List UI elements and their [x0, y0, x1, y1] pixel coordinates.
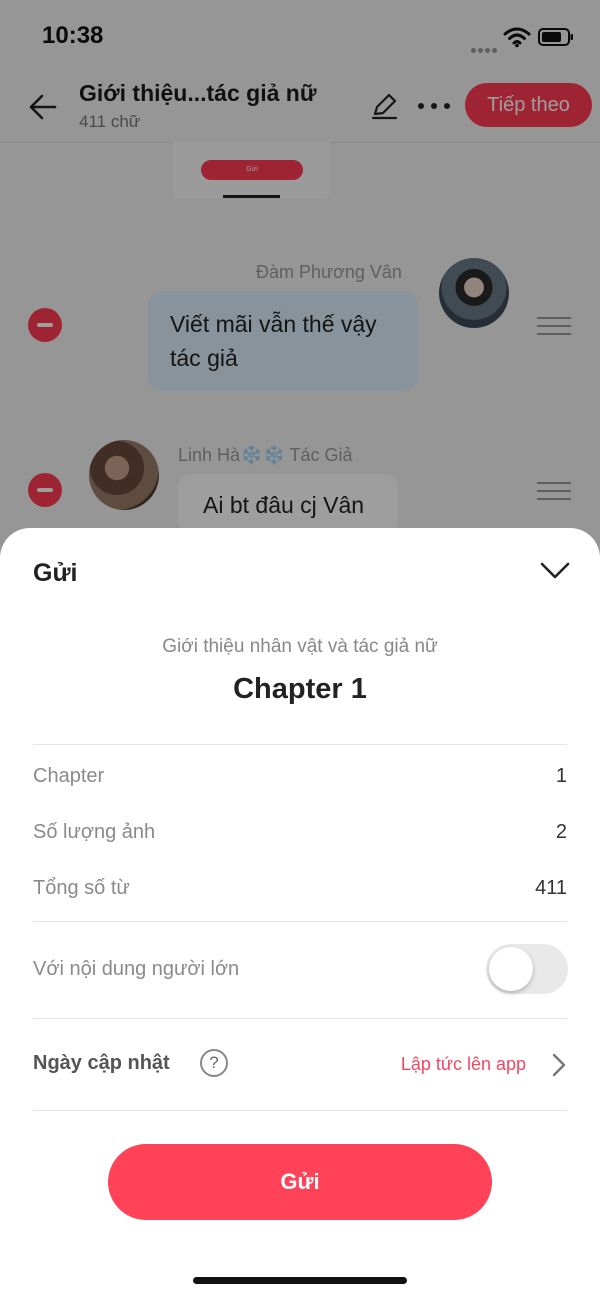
word-total-value: 411 — [535, 877, 567, 899]
update-date-value[interactable]: Lập tức lên app — [401, 1054, 526, 1075]
home-indicator — [193, 1277, 407, 1284]
image-count-label: Số lượng ảnh — [33, 821, 156, 843]
image-count-value: 2 — [555, 821, 567, 843]
chapter-title: Chapter 1 — [233, 673, 367, 705]
divider — [33, 921, 567, 922]
divider — [33, 744, 567, 745]
word-total-label: Tổng số từ — [33, 877, 130, 899]
divider — [33, 1110, 567, 1111]
chevron-right-icon[interactable] — [550, 1052, 568, 1078]
chapter-label: Chapter — [33, 765, 105, 787]
divider — [33, 1018, 567, 1019]
chevron-down-icon[interactable] — [538, 558, 572, 582]
adult-content-label: Với nội dung người lớn — [33, 958, 240, 980]
publish-sheet: Gửi Giới thiệu nhân vật và tác giả nữ Ch… — [0, 528, 600, 1299]
chapter-value: 1 — [555, 765, 567, 787]
toggle-knob — [489, 947, 533, 991]
send-button[interactable]: Gửi — [108, 1144, 492, 1220]
adult-content-toggle[interactable] — [486, 944, 568, 994]
help-icon[interactable]: ? — [200, 1049, 228, 1077]
story-title: Giới thiệu nhân vật và tác giả nữ — [162, 636, 438, 657]
sheet-title: Gửi — [33, 559, 78, 587]
update-date-label: Ngày cập nhật — [33, 1052, 170, 1074]
